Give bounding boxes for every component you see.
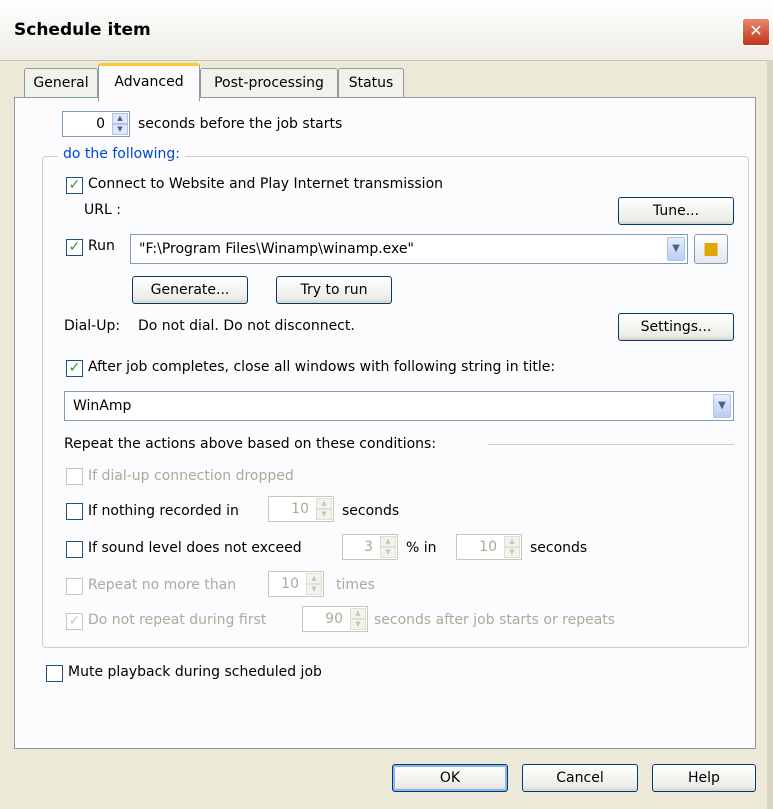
delay-spinner[interactable]: 0 ▲ ▼ (62, 111, 130, 137)
nothing-recorded-checkbox[interactable] (66, 503, 83, 520)
max-times-unit: times (336, 577, 375, 593)
spin-down-icon[interactable]: ▼ (350, 619, 366, 630)
sound-level-unit: seconds (530, 540, 588, 556)
sound-level-spinner[interactable]: 3 ▲ ▼ (342, 534, 398, 560)
spin-down-icon[interactable]: ▼ (316, 509, 332, 520)
max-times-checkbox[interactable] (66, 578, 83, 595)
sound-level-value: 3 (364, 539, 373, 555)
close-button[interactable]: ✕ (742, 18, 770, 46)
close-windows-checkbox[interactable]: ✓ (66, 360, 83, 377)
try-to-run-button[interactable]: Try to run (276, 276, 392, 304)
mute-label: Mute playback during scheduled job (68, 664, 322, 680)
cancel-button[interactable]: Cancel (522, 764, 638, 792)
dialup-dropped-label: If dial-up connection dropped (88, 468, 294, 484)
delay-label: seconds before the job starts (138, 116, 343, 132)
spin-up-icon[interactable]: ▲ (380, 536, 396, 547)
run-path-value: "F:\Program Files\Winamp\winamp.exe" (139, 241, 414, 257)
window-title-value: WinAmp (73, 398, 132, 414)
settings-button[interactable]: Settings... (618, 313, 734, 341)
mute-checkbox[interactable] (46, 665, 63, 682)
dialup-value: Do not dial. Do not disconnect. (138, 318, 355, 334)
run-checkbox[interactable]: ✓ (66, 239, 83, 256)
spin-up-icon[interactable]: ▲ (306, 573, 322, 584)
no-repeat-first-value: 90 (325, 611, 343, 627)
no-repeat-first-label: Do not repeat during first (88, 612, 267, 628)
spin-down-icon[interactable]: ▼ (380, 547, 396, 558)
nothing-recorded-label: If nothing recorded in (88, 503, 239, 519)
run-label: Run (88, 238, 115, 254)
connect-checkbox[interactable]: ✓ (66, 177, 83, 194)
dialup-dropped-checkbox[interactable] (66, 468, 83, 485)
tune-button[interactable]: Tune... (618, 197, 734, 225)
close-windows-label: After job completes, close all windows w… (88, 359, 556, 375)
group-label: do the following: (58, 146, 185, 162)
tab-advanced[interactable]: Advanced (98, 63, 200, 101)
sound-duration-spinner[interactable]: 10 ▲ ▼ (456, 534, 522, 560)
sound-level-mid: % in (406, 540, 437, 556)
sound-level-label: If sound level does not exceed (88, 540, 302, 556)
ok-button[interactable]: OK (392, 764, 508, 792)
generate-button[interactable]: Generate... (132, 276, 248, 304)
dialup-label: Dial-Up: (64, 318, 121, 334)
max-times-spinner[interactable]: 10 ▲ ▼ (268, 571, 324, 597)
nothing-recorded-spinner[interactable]: 10 ▲ ▼ (268, 496, 334, 522)
sound-level-checkbox[interactable] (66, 541, 83, 558)
tab-status[interactable]: Status (338, 68, 404, 97)
tab-general[interactable]: General (24, 68, 98, 97)
chevron-down-icon[interactable]: ▼ (713, 394, 731, 418)
spin-up-icon[interactable]: ▲ (112, 113, 128, 124)
no-repeat-first-unit: seconds after job starts or repeats (374, 612, 616, 628)
window-frame (767, 60, 773, 809)
connect-label: Connect to Website and Play Internet tra… (88, 176, 444, 192)
spin-down-icon[interactable]: ▼ (112, 124, 128, 135)
close-icon: ✕ (749, 21, 763, 40)
run-path-combo[interactable]: "F:\Program Files\Winamp\winamp.exe" ▼ (130, 234, 688, 264)
browse-button[interactable]: ■ (694, 234, 728, 264)
window-title: Schedule item (14, 20, 151, 40)
repeat-heading: Repeat the actions above based on these … (64, 436, 437, 452)
chevron-down-icon[interactable]: ▼ (667, 237, 685, 261)
spin-up-icon[interactable]: ▲ (316, 498, 332, 509)
folder-icon: ■ (702, 239, 720, 259)
spin-down-icon[interactable]: ▼ (504, 547, 520, 558)
sound-duration-value: 10 (479, 539, 497, 555)
nothing-recorded-unit: seconds (342, 503, 400, 519)
repeat-separator (488, 444, 734, 445)
max-times-value: 10 (281, 576, 299, 592)
tab-post-processing[interactable]: Post-processing (200, 68, 338, 97)
spin-up-icon[interactable]: ▲ (504, 536, 520, 547)
delay-value: 0 (96, 116, 105, 132)
url-label: URL : (84, 202, 121, 218)
nothing-recorded-value: 10 (291, 501, 309, 517)
help-button[interactable]: Help (652, 764, 756, 792)
no-repeat-first-spinner[interactable]: 90 ▲ ▼ (302, 606, 368, 632)
window-title-combo[interactable]: WinAmp ▼ (64, 391, 734, 421)
no-repeat-first-checkbox[interactable]: ✓ (66, 613, 83, 630)
max-times-label: Repeat no more than (88, 577, 237, 593)
spin-down-icon[interactable]: ▼ (306, 584, 322, 595)
spin-up-icon[interactable]: ▲ (350, 608, 366, 619)
